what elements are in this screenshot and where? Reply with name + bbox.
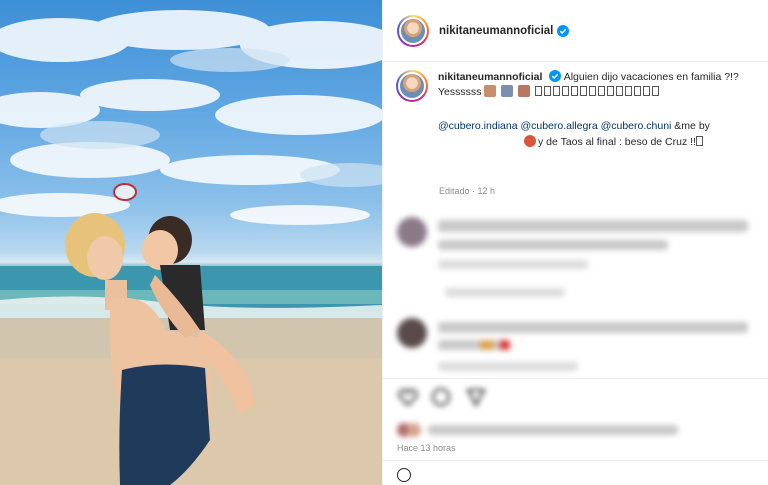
family-emoji-icon (484, 85, 497, 97)
liker-avatar (407, 423, 421, 437)
comment-text (438, 240, 668, 250)
family-emoji-icon (518, 85, 531, 97)
comment-meta (438, 260, 588, 269)
avatar[interactable] (397, 14, 429, 47)
emoji-picker-icon[interactable] (397, 468, 411, 482)
comment-icon[interactable] (430, 386, 452, 408)
post-timestamp: Hace 13 horas (397, 443, 456, 453)
mention-chuni[interactable]: @cubero.chuni (601, 120, 672, 132)
divider (382, 460, 768, 461)
share-icon[interactable] (465, 386, 487, 408)
caption-block: nikitaneumannoficial Alguien dijo vacaci… (396, 70, 756, 150)
beach-scene-image (0, 10, 382, 485)
comment-meta (438, 362, 578, 371)
caption-username[interactable]: nikitaneumannoficial (438, 71, 542, 83)
mention-indiana[interactable]: @cubero.indiana (438, 120, 518, 132)
likes-text[interactable] (428, 425, 678, 435)
emoji-icon (480, 340, 494, 350)
comment-text (438, 322, 748, 333)
caption-line4: y de Taos al final : beso de Cruz !! (538, 136, 696, 148)
missing-glyph-boxes (535, 86, 661, 98)
post-photo (0, 0, 382, 485)
caption-text: nikitaneumannoficial Alguien dijo vacaci… (438, 70, 756, 102)
comment-avatar[interactable] (397, 318, 427, 348)
caption-mentions: @cubero.indiana @cubero.allegra @cubero.… (438, 118, 758, 150)
praying-hands-emoji-icon (501, 85, 514, 97)
mention-tail: &me by (671, 120, 710, 132)
comment-avatar[interactable] (397, 217, 427, 247)
verified-badge-icon (557, 24, 570, 37)
post-header: nikitaneumannoficial (383, 0, 768, 62)
comment-text (438, 340, 508, 350)
emoji-icon (500, 340, 510, 350)
caption-line1: Alguien dijo vacaciones en familia ?!? (563, 71, 739, 83)
mention-allegra[interactable]: @cubero.allegra (520, 120, 597, 132)
caption-line2: Yessssss (438, 86, 482, 98)
verified-badge-icon (549, 70, 562, 82)
edited-label: Editado · 12 h (439, 186, 496, 196)
view-replies[interactable] (445, 288, 565, 297)
comment-text (438, 220, 748, 232)
divider (382, 378, 768, 379)
caption-avatar[interactable] (396, 70, 428, 102)
heart-icon[interactable] (397, 386, 419, 408)
header-username[interactable]: nikitaneumannoficial (439, 25, 553, 37)
red-emoji-icon (524, 135, 536, 147)
